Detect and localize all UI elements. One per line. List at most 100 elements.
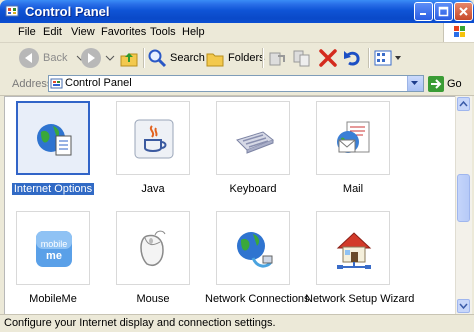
up-folder-button[interactable] [118,47,140,69]
delete-x-icon [319,49,337,67]
views-button[interactable] [373,47,403,69]
item-tile: mobile me [16,211,90,285]
item-keyboard[interactable]: Keyboard [205,101,301,201]
menu-favorites[interactable]: Favorites [101,26,146,38]
delete-button[interactable] [318,47,338,69]
back-button[interactable]: Back [18,47,87,69]
forward-button[interactable] [80,47,116,69]
keyboard-icon [236,131,274,154]
item-mail[interactable]: Mail [305,101,401,201]
item-label: Java [141,183,165,195]
forward-arrow-icon [81,48,101,68]
windows-flag-icon [454,26,465,37]
menu-file[interactable]: File [18,26,36,38]
go-arrow-icon [428,76,444,92]
chevron-down-icon [459,303,468,310]
item-label: MobileMe [29,293,77,305]
close-button[interactable] [454,2,473,21]
toolbar-separator [143,48,145,68]
chevron-up-icon [459,100,468,107]
minimize-button[interactable] [414,2,433,21]
menu-help[interactable]: Help [182,26,205,38]
menu-view[interactable]: View [71,26,95,38]
folder-up-icon [120,53,138,67]
mail-icon [337,121,370,153]
title-bar[interactable]: Control Panel [0,0,474,23]
folders-icon [206,53,224,67]
mobileme-icon-text: mobile [41,239,68,249]
mobileme-icon-text: me [46,250,62,262]
search-label: Search [170,52,205,64]
item-tile [116,211,190,285]
search-icon [148,49,167,68]
item-mouse[interactable]: Mouse [105,211,201,311]
vertical-scrollbar[interactable] [455,96,472,314]
status-text: Configure your Internet display and conn… [4,317,276,329]
item-network-connections[interactable]: Network Connections [205,211,310,311]
close-icon [459,7,468,16]
item-label: Network Connections [205,293,310,305]
status-bar: Configure your Internet display and conn… [0,314,474,332]
window-title: Control Panel [25,4,110,19]
item-network-setup-wizard[interactable]: Network Setup Wizard [305,211,415,311]
scroll-up-button[interactable] [457,97,470,111]
toolbar: Back Search Folders [0,43,474,74]
control-panel-icon [50,78,63,89]
go-button[interactable]: Go [428,75,462,93]
views-grid-icon [374,50,392,66]
address-label: Address [12,78,53,90]
go-label: Go [447,78,462,90]
item-tile [116,101,190,175]
item-label: Internet Options [11,183,95,195]
java-cup-icon [134,119,174,159]
item-label: Network Setup Wizard [305,293,415,305]
item-tile [316,211,390,285]
copy-to-icon [293,50,310,67]
undo-icon [344,51,360,66]
search-button[interactable]: Search [147,47,205,69]
menu-edit[interactable]: Edit [43,26,62,38]
address-field[interactable]: Control Panel [48,75,424,92]
control-panel-window: Control Panel File Edit View Favorites T… [0,0,474,332]
back-label: Back [43,52,68,64]
item-tile [16,101,90,175]
control-panel-icon [5,5,19,17]
menu-bar: File Edit View Favorites Tools Help [0,23,474,43]
chevron-down-icon [105,55,115,61]
move-to-button[interactable] [267,47,287,69]
item-tile [216,211,290,285]
item-mobileme[interactable]: mobile me MobileMe [5,211,101,311]
maximize-icon [438,6,449,17]
windows-logo [443,23,474,42]
scroll-down-button[interactable] [457,299,470,313]
item-tile [216,101,290,175]
toolbar-separator [368,48,370,68]
address-dropdown-button[interactable] [407,76,423,91]
maximize-button[interactable] [434,2,453,21]
item-internet-options[interactable]: Internet Options [5,101,101,201]
address-value: Control Panel [65,77,132,89]
chevron-down-icon [411,81,418,85]
minimize-icon [420,13,426,15]
icon-view: Internet Options Java Keyboard Mail mobi… [4,96,456,316]
move-to-icon [269,52,285,66]
mobileme-icon: mobile me [36,231,72,267]
item-label: Mouse [136,293,170,305]
mouse-icon [140,230,166,266]
folders-label: Folders [228,52,265,64]
chevron-down-icon [395,56,401,60]
menu-tools[interactable]: Tools [150,26,176,38]
folders-button[interactable]: Folders [205,47,265,69]
address-bar: Address Control Panel Go [0,73,474,96]
item-label: Mail [342,183,364,195]
back-arrow-icon [19,48,39,68]
scroll-thumb[interactable] [457,174,470,222]
globe-document-icon [37,124,72,156]
item-java[interactable]: Java [105,101,201,201]
copy-to-button[interactable] [292,47,312,69]
network-globe-icon [237,232,273,268]
house-network-icon [336,232,372,269]
item-tile [316,101,390,175]
undo-button[interactable] [342,47,362,69]
item-label: Keyboard [229,183,277,195]
